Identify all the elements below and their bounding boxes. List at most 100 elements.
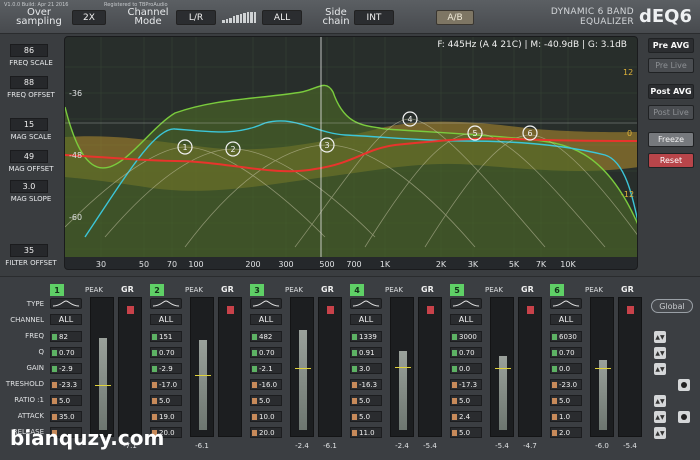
band-gain-field[interactable]: -2.1: [250, 363, 282, 374]
band-channel-button[interactable]: ALL: [450, 314, 482, 325]
band-freq-field[interactable]: 3000: [450, 331, 482, 342]
peak-value: -5.4: [495, 442, 509, 450]
bell-curve-icon: [152, 300, 180, 307]
band-number[interactable]: 4: [350, 284, 364, 296]
stepper-attack[interactable]: ▲▼: [654, 411, 666, 423]
band-ratio-value: 5.0: [259, 396, 271, 405]
band-ratio-field[interactable]: 5.0: [550, 395, 582, 406]
x-tick: 2K: [436, 260, 447, 269]
band-channel-button[interactable]: ALL: [550, 314, 582, 325]
freq-offset-field[interactable]: 88: [10, 76, 48, 89]
band-q-field[interactable]: 0.70: [150, 347, 182, 358]
row-label-channel: CHANNEL: [10, 316, 44, 324]
band-channel-button[interactable]: ALL: [150, 314, 182, 325]
filter-type-button[interactable]: [550, 298, 582, 309]
band-channel-button[interactable]: ALL: [350, 314, 382, 325]
band-gain-field[interactable]: 0.0: [450, 363, 482, 374]
svg-text:1: 1: [182, 143, 187, 152]
pre-live-button[interactable]: Pre Live: [648, 58, 694, 73]
band-release-field[interactable]: 5.0: [450, 427, 482, 438]
oversampling-label: Over sampling: [16, 7, 62, 27]
eq-graph[interactable]: 1 2 3 4 5 6 -36 -48 -60 12 0 -12 30 50 7…: [64, 36, 638, 270]
band-freq-field[interactable]: 1339: [350, 331, 382, 342]
stepper-q[interactable]: ▲▼: [654, 347, 666, 359]
ab-button[interactable]: A/B: [436, 10, 474, 25]
band-treshold-field[interactable]: -16.3: [350, 379, 382, 390]
band-attack-field[interactable]: 1.0: [550, 411, 582, 422]
band-treshold-field[interactable]: -23.3: [50, 379, 82, 390]
filter-offset-field[interactable]: 35: [10, 244, 48, 257]
band-ratio-field[interactable]: 5.0: [150, 395, 182, 406]
channel-all-button[interactable]: ALL: [262, 10, 302, 25]
sidechain-button[interactable]: INT: [354, 10, 394, 25]
band-release-field[interactable]: 11.0: [350, 427, 382, 438]
band-attack-field[interactable]: 2.4: [450, 411, 482, 422]
link-toggle-attack[interactable]: [678, 411, 690, 423]
band-number[interactable]: 1: [50, 284, 64, 296]
band-number[interactable]: 3: [250, 284, 264, 296]
band-number[interactable]: 6: [550, 284, 564, 296]
post-live-button[interactable]: Post Live: [648, 105, 694, 120]
band-freq-value: 151: [159, 332, 173, 341]
band-freq-field[interactable]: 6030: [550, 331, 582, 342]
band-channel-button[interactable]: ALL: [50, 314, 82, 325]
band-q-field[interactable]: 0.91: [350, 347, 382, 358]
band-treshold-field[interactable]: -16.0: [250, 379, 282, 390]
stepper-gain[interactable]: ▲▼: [654, 363, 666, 375]
band-q-field[interactable]: 0.70: [550, 347, 582, 358]
band-channel-button[interactable]: ALL: [250, 314, 282, 325]
x-tick: 30: [96, 260, 106, 269]
global-button[interactable]: Global: [651, 299, 693, 313]
band-q-field[interactable]: 0.70: [450, 347, 482, 358]
mag-offset-field[interactable]: 49: [10, 150, 48, 163]
svg-text:2: 2: [230, 145, 235, 154]
stepper-ratio[interactable]: ▲▼: [654, 395, 666, 407]
band-ratio-field[interactable]: 5.0: [50, 395, 82, 406]
band-treshold-field[interactable]: -17.3: [450, 379, 482, 390]
band-ratio-field[interactable]: 5.0: [350, 395, 382, 406]
band-gain-field[interactable]: 0.0: [550, 363, 582, 374]
pre-avg-button[interactable]: Pre AVG: [648, 38, 694, 53]
band-q-field[interactable]: 0.70: [50, 347, 82, 358]
band-release-field[interactable]: 2.0: [550, 427, 582, 438]
band-attack-field[interactable]: 5.0: [350, 411, 382, 422]
stepper-release[interactable]: ▲▼: [654, 427, 666, 439]
band-attack-field[interactable]: 10.0: [250, 411, 282, 422]
filter-type-button[interactable]: [450, 298, 482, 309]
band-gain-field[interactable]: -2.9: [50, 363, 82, 374]
band-release-field[interactable]: 20.0: [250, 427, 282, 438]
link-toggle-treshold[interactable]: [678, 379, 690, 391]
channel-mode-button[interactable]: L/R: [176, 10, 216, 25]
band-q-field[interactable]: 0.70: [250, 347, 282, 358]
stepper-freq[interactable]: ▲▼: [654, 331, 666, 343]
mag-scale-field[interactable]: 15: [10, 118, 48, 131]
freq-scale-field[interactable]: 86: [10, 44, 48, 57]
x-tick: 10K: [560, 260, 576, 269]
band-freq-field[interactable]: 151: [150, 331, 182, 342]
filter-type-button[interactable]: [150, 298, 182, 309]
reset-button[interactable]: Reset: [648, 153, 694, 168]
post-avg-button[interactable]: Post AVG: [648, 84, 694, 99]
band-ratio-field[interactable]: 5.0: [450, 395, 482, 406]
brand-line-2: EQUALIZER: [580, 17, 634, 27]
band-freq-field[interactable]: 482: [250, 331, 282, 342]
band-gain-field[interactable]: -2.9: [150, 363, 182, 374]
filter-type-button[interactable]: [350, 298, 382, 309]
filter-type-button[interactable]: [50, 298, 82, 309]
band-number[interactable]: 2: [150, 284, 164, 296]
mag-slope-field[interactable]: 3.0: [10, 180, 48, 193]
filter-type-button[interactable]: [250, 298, 282, 309]
oversampling-button[interactable]: 2X: [72, 10, 106, 25]
band-number[interactable]: 5: [450, 284, 464, 296]
band-treshold-field[interactable]: -17.0: [150, 379, 182, 390]
gr-label: GR: [621, 285, 634, 294]
band-gain-field[interactable]: 3.0: [350, 363, 382, 374]
row-label-q: Q: [38, 348, 44, 356]
band-attack-field[interactable]: 35.0: [50, 411, 82, 422]
freeze-button[interactable]: Freeze: [648, 132, 694, 147]
y-right-tick: -12: [621, 190, 634, 199]
band-treshold-field[interactable]: -23.0: [550, 379, 582, 390]
band-ratio-field[interactable]: 5.0: [250, 395, 282, 406]
band-freq-field[interactable]: 82: [50, 331, 82, 342]
band-attack-field[interactable]: 19.0: [150, 411, 182, 422]
